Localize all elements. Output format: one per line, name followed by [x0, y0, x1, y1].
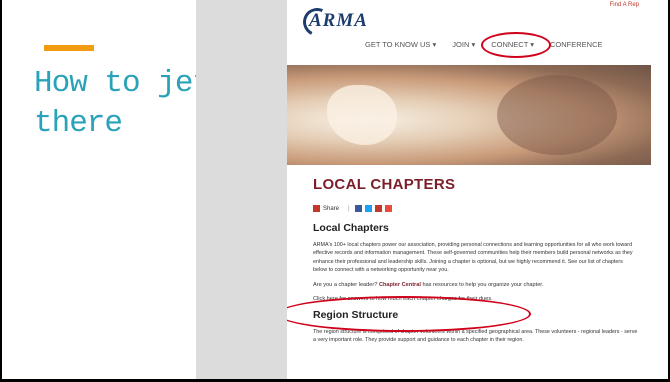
- website-screenshot: ARMA Find A Rep GET TO KNOW US ▾ JOIN ▾ …: [287, 0, 651, 382]
- main-nav: GET TO KNOW US ▾ JOIN ▾ CONNECT ▾ CONFER…: [365, 31, 619, 58]
- twitter-icon[interactable]: [364, 205, 372, 212]
- separator: |: [348, 205, 350, 212]
- hero-shadow: [497, 75, 617, 155]
- slide: How to jet there ARMA Find A Rep GET TO …: [0, 0, 670, 382]
- hero-highlight: [327, 85, 397, 145]
- slide-title: How to jet there: [34, 66, 211, 141]
- page-heading: LOCAL CHAPTERS: [313, 176, 456, 193]
- connect-highlight-circle: [481, 31, 552, 58]
- share-icon[interactable]: [313, 205, 320, 212]
- frame-left-border: [0, 0, 2, 382]
- nav-get-to-know-us[interactable]: GET TO KNOW US ▾: [365, 40, 436, 49]
- share-label[interactable]: Share: [323, 206, 339, 212]
- title-accent-bar: [44, 45, 94, 51]
- section-heading-local-chapters: Local Chapters: [313, 222, 389, 234]
- hero-image: [287, 65, 651, 165]
- local-chapters-text: ARMA's 100+ local chapters power our ass…: [313, 242, 633, 274]
- share-bar: Share |: [313, 205, 638, 212]
- email-icon[interactable]: [384, 205, 392, 212]
- chapter-central-highlight-circle: [287, 296, 531, 332]
- pinterest-icon[interactable]: [374, 205, 382, 212]
- nav-join[interactable]: JOIN ▾: [452, 40, 475, 49]
- chapter-leader-line: Are you a chapter leader? Chapter Centra…: [313, 281, 638, 289]
- facebook-icon[interactable]: [354, 205, 362, 212]
- chapter-leader-suffix: has resources to help you organize your …: [420, 281, 544, 288]
- chapter-central-link[interactable]: Chapter Central: [379, 282, 421, 288]
- nav-conference[interactable]: CONFERENCE: [550, 40, 603, 49]
- site-logo[interactable]: ARMA: [309, 10, 368, 32]
- site-header: ARMA Find A Rep GET TO KNOW US ▾ JOIN ▾ …: [287, 0, 651, 65]
- nav-connect[interactable]: CONNECT ▾: [481, 31, 552, 58]
- top-link[interactable]: Find A Rep: [610, 2, 639, 8]
- chapter-leader-prefix: Are you a chapter leader?: [313, 281, 379, 288]
